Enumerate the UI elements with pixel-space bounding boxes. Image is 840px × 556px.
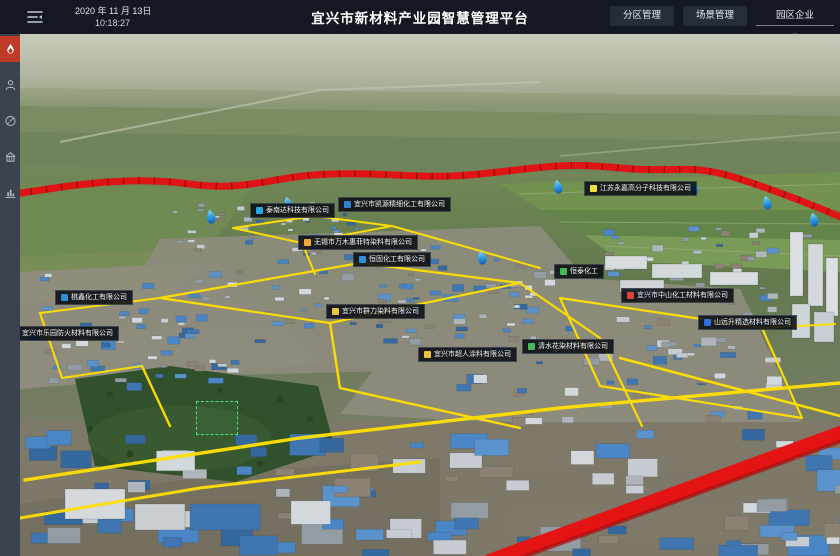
company-label-text: 宜兴市群力染料有限公司 xyxy=(342,308,419,315)
sidebar-item-stats[interactable] xyxy=(0,180,20,206)
company-icon xyxy=(627,292,634,299)
company-label[interactable]: 宜兴市群力染料有限公司 xyxy=(326,304,425,319)
company-label[interactable]: 宜兴市中山化工材料有限公司 xyxy=(621,288,734,303)
flame-icon xyxy=(4,42,17,56)
date-text: 2020 年 11 月 13日 xyxy=(75,6,151,16)
company-icon xyxy=(560,268,567,275)
company-label-text: 宜兴市凯源精细化工有限公司 xyxy=(354,201,445,208)
bar-chart-icon xyxy=(4,186,17,200)
company-icon xyxy=(359,256,366,263)
company-label[interactable]: 山远升精选材料有限公司 xyxy=(698,315,797,330)
company-label-text: 宜兴市中山化工材料有限公司 xyxy=(637,292,728,299)
company-label[interactable]: 恒泰化工 xyxy=(554,264,604,279)
company-label-text: 山远升精选材料有限公司 xyxy=(714,319,791,326)
company-label-text: 宜兴市超人涂料有限公司 xyxy=(434,351,511,358)
top-header: 2020 年 11 月 13日 10:18:27 宜兴市新材料产业园智慧管理平台… xyxy=(0,0,840,34)
company-label-text: 恒固化工有限公司 xyxy=(369,256,425,263)
company-label[interactable]: 宜兴市乐园防火材料有限公司 xyxy=(20,326,119,341)
park-enterprise-dropdown[interactable]: 园区企业 ⌄ xyxy=(756,6,834,37)
company-label-text: 恒泰化工 xyxy=(570,268,598,275)
header-actions: 分区管理 场景管理 园区企业 ⌄ xyxy=(610,6,834,37)
company-label[interactable]: 宜兴市超人涂料有限公司 xyxy=(418,347,517,362)
sidebar-item-gauge[interactable] xyxy=(0,108,20,134)
company-icon xyxy=(304,239,311,246)
company-label[interactable]: 恒固化工有限公司 xyxy=(353,252,431,267)
company-icon xyxy=(704,319,711,326)
factory-icon xyxy=(4,150,17,164)
company-label[interactable]: 泰南达科技有限公司 xyxy=(250,203,335,218)
company-icon xyxy=(61,294,68,301)
company-icon xyxy=(344,201,351,208)
person-icon xyxy=(4,78,17,92)
page-title: 宜兴市新材料产业园智慧管理平台 xyxy=(311,7,529,27)
company-label[interactable]: 无锡市万木惠菲特染料有限公司 xyxy=(298,235,418,250)
company-icon xyxy=(256,207,263,214)
menu-button[interactable] xyxy=(25,7,45,27)
datetime: 2020 年 11 月 13日 10:18:27 xyxy=(75,6,151,28)
company-label-text: 泰南达科技有限公司 xyxy=(266,207,329,214)
company-label-text: 江苏永嘉高分子科技有限公司 xyxy=(600,185,691,192)
company-label-text: 清水花染材料有限公司 xyxy=(538,343,608,350)
menu-icon xyxy=(27,10,43,24)
company-label-text: 宜兴市乐园防火材料有限公司 xyxy=(22,330,113,337)
sidebar-item-factory[interactable] xyxy=(0,144,20,170)
zone-management-button[interactable]: 分区管理 xyxy=(610,6,674,26)
company-label-text: 桃鑫化工有限公司 xyxy=(71,294,127,301)
company-icon xyxy=(590,185,597,192)
map-viewport[interactable]: 泰南达科技有限公司 宜兴市凯源精细化工有限公司无锡市万木惠菲特染料有限公司恒固化工… xyxy=(20,34,840,556)
horizon-fog xyxy=(20,34,840,106)
park-enterprise-dropdown-label: 园区企业 xyxy=(756,7,834,26)
scene-management-button[interactable]: 场景管理 xyxy=(683,6,747,26)
company-icon xyxy=(424,351,431,358)
gauge-icon xyxy=(4,114,17,128)
company-label[interactable]: 桃鑫化工有限公司 xyxy=(55,290,133,305)
company-label[interactable]: 江苏永嘉高分子科技有限公司 xyxy=(584,181,697,196)
sidebar-item-fire[interactable] xyxy=(0,36,20,62)
chevron-down-icon: ⌄ xyxy=(756,28,834,37)
company-icon xyxy=(528,343,535,350)
time-text: 10:18:27 xyxy=(75,18,151,28)
app-root: 2020 年 11 月 13日 10:18:27 宜兴市新材料产业园智慧管理平台… xyxy=(0,0,840,556)
left-sidebar xyxy=(0,34,20,556)
sidebar-item-person[interactable] xyxy=(0,72,20,98)
company-label[interactable]: 宜兴市凯源精细化工有限公司 xyxy=(338,197,451,212)
company-icon xyxy=(332,308,339,315)
company-label[interactable]: 清水花染材料有限公司 xyxy=(522,339,614,354)
company-label-text: 无锡市万木惠菲特染料有限公司 xyxy=(314,239,412,246)
